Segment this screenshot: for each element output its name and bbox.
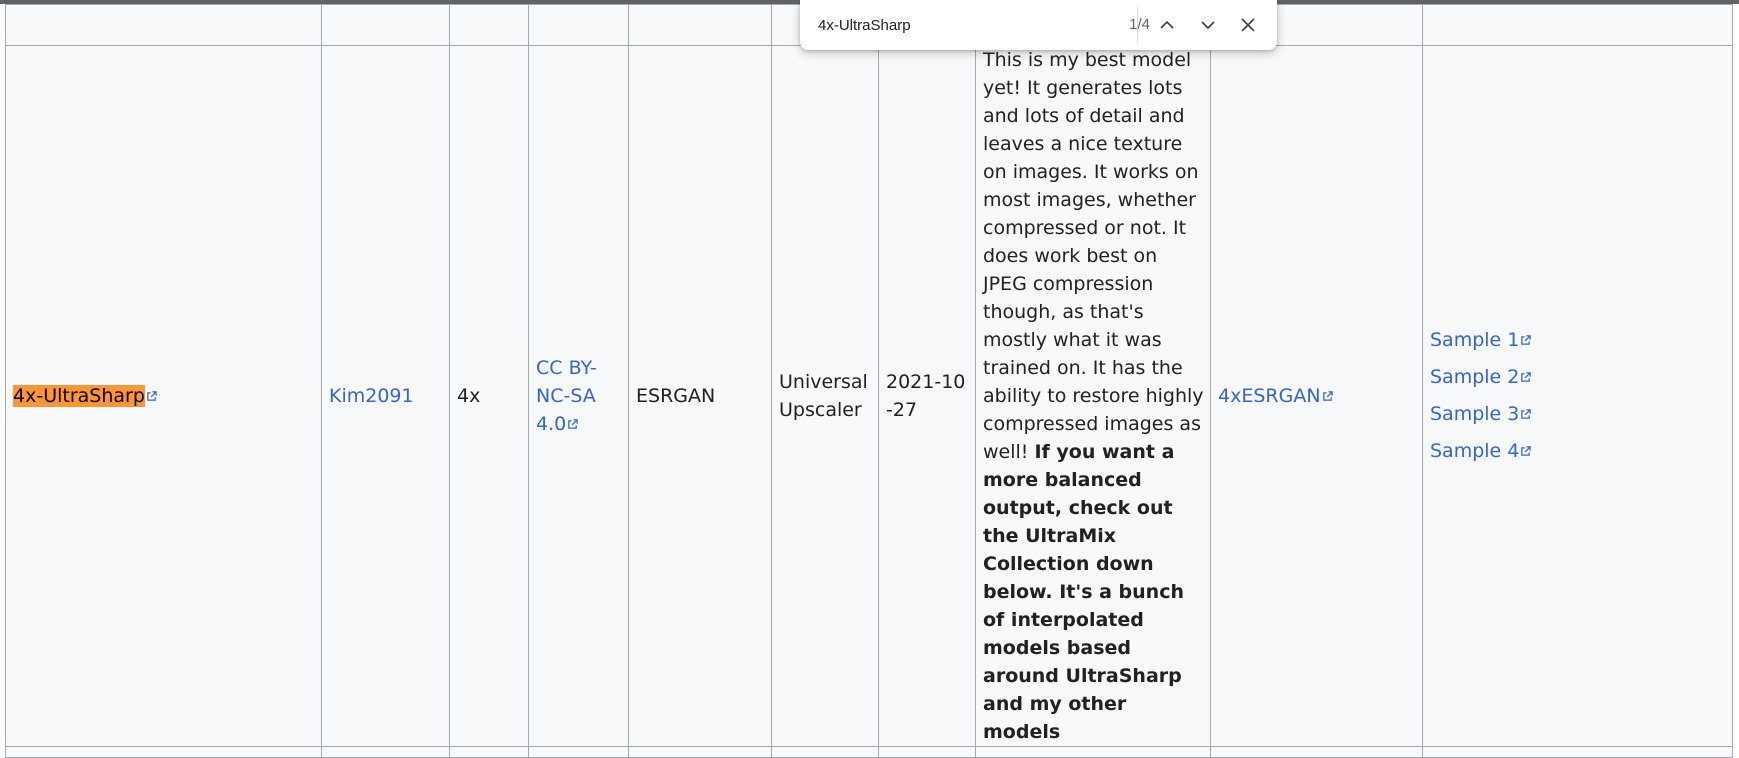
external-link-icon: [567, 419, 578, 430]
sample-item: Sample 3: [1430, 396, 1725, 433]
find-in-page-bar: 1/4: [800, 0, 1277, 50]
description-text: This is my best model yet! It generates …: [983, 49, 1204, 463]
architecture-cell: ESRGAN: [628, 45, 772, 747]
external-link-icon: [146, 391, 157, 402]
table-row-next: [5, 746, 1733, 758]
purpose-cell: Universal Upscaler: [771, 45, 879, 747]
table-cell: [628, 746, 772, 758]
table-cell: [1422, 746, 1733, 758]
find-next-button[interactable]: [1193, 10, 1223, 40]
find-previous-button[interactable]: [1152, 10, 1182, 40]
table-cell: [771, 746, 879, 758]
table-cell: [528, 4, 629, 46]
description-cell: This is my best model yet! It generates …: [975, 45, 1211, 747]
license-cell: CC BY-NC-SA 4.0: [528, 45, 629, 747]
table-cell: [1422, 4, 1733, 46]
samples-cell: Sample 1 Sample 2 Sample 3 Sample 4: [1422, 45, 1733, 747]
external-link-icon: [1520, 409, 1532, 420]
find-close-button[interactable]: [1233, 10, 1263, 40]
search-highlight: 4x-UltraSharp: [13, 385, 145, 407]
sample-item: Sample 4: [1430, 433, 1725, 470]
close-icon: [1241, 18, 1255, 32]
dataset-link[interactable]: 4xESRGAN: [1218, 385, 1321, 407]
date-cell: 2021-10-27: [878, 45, 976, 747]
models-table: 4x-UltraSharp Kim2091 4x CC BY-NC-SA 4.0…: [5, 4, 1733, 758]
sample-link[interactable]: Sample 1: [1430, 329, 1519, 351]
sample-item: Sample 2: [1430, 359, 1725, 396]
table-cell: [628, 4, 772, 46]
table-cell: [5, 4, 322, 46]
author-cell: Kim2091: [321, 45, 450, 747]
sample-link[interactable]: Sample 4: [1430, 440, 1519, 462]
find-input[interactable]: [818, 14, 1048, 36]
sample-link[interactable]: Sample 2: [1430, 366, 1519, 388]
author-link[interactable]: Kim2091: [329, 385, 414, 407]
dataset-cell: 4xESRGAN: [1210, 45, 1423, 747]
table-cell: [321, 4, 450, 46]
chevron-down-icon: [1201, 21, 1215, 30]
table-cell: [1210, 746, 1423, 758]
table-cell: [5, 746, 322, 758]
scale-cell: 4x: [449, 45, 529, 747]
external-link-icon: [1520, 335, 1532, 346]
model-name-link[interactable]: 4x-UltraSharp: [13, 385, 145, 407]
table-cell: [449, 4, 529, 46]
find-divider: [1137, 7, 1138, 43]
external-link-icon: [1322, 391, 1333, 402]
sample-item: Sample 1: [1430, 322, 1725, 359]
table-cell: [321, 746, 450, 758]
find-match-count: 1/4: [1129, 16, 1150, 33]
external-link-icon: [1520, 446, 1532, 457]
name-cell: 4x-UltraSharp: [5, 45, 322, 747]
description-bold-text: If you want a more balanced output, chec…: [983, 441, 1184, 743]
chevron-up-icon: [1160, 20, 1174, 29]
table-cell: [878, 746, 976, 758]
external-link-icon: [1520, 372, 1532, 383]
table-cell: [449, 746, 529, 758]
sample-link[interactable]: Sample 3: [1430, 403, 1519, 425]
table-cell: [975, 746, 1211, 758]
table-cell: [528, 746, 629, 758]
table-row: 4x-UltraSharp Kim2091 4x CC BY-NC-SA 4.0…: [5, 45, 1733, 747]
